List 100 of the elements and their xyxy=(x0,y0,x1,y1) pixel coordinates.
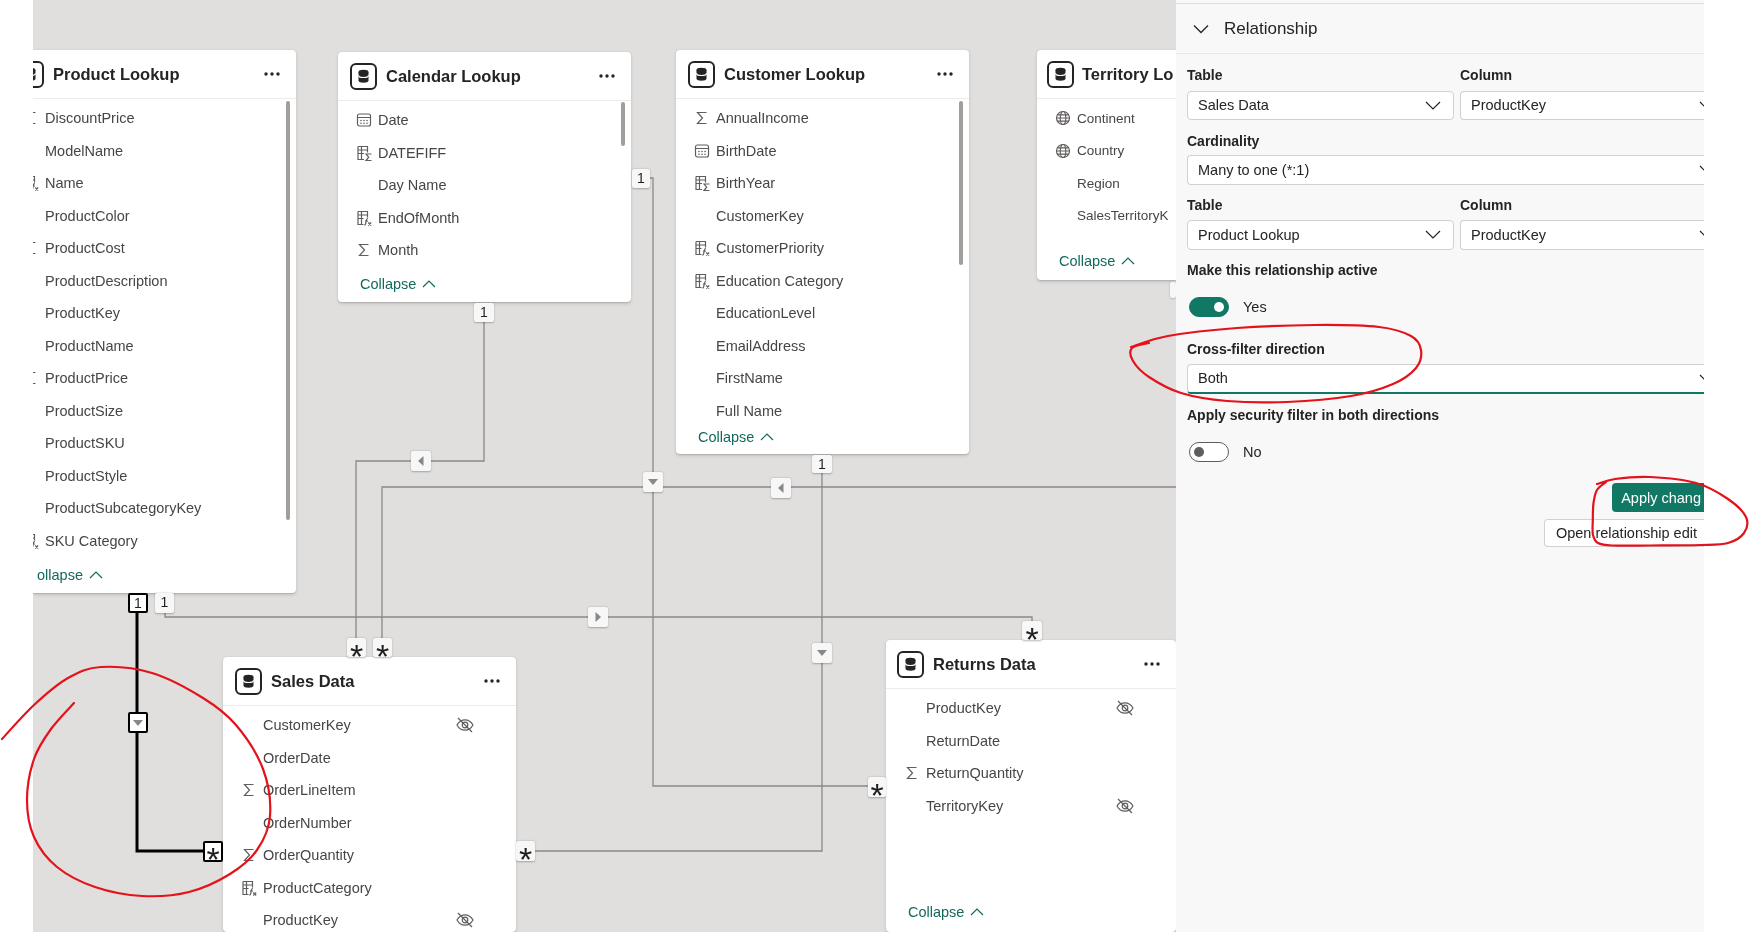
more-icon[interactable] xyxy=(937,72,953,76)
collapse-button[interactable]: Collapse xyxy=(698,419,775,454)
calendar-icon xyxy=(693,141,711,160)
field-name[interactable]: ProductColor xyxy=(45,207,130,224)
field-label: Apply security filter in both directions xyxy=(1187,406,1440,425)
more-icon[interactable] xyxy=(484,679,500,683)
field-label: Column xyxy=(1460,196,1513,215)
table-dropdown[interactable]: Sales Data xyxy=(1187,90,1454,120)
cross-filter-dropdown[interactable]: Both xyxy=(1187,364,1704,394)
field-name[interactable]: ProductStyle xyxy=(45,467,128,484)
panel-title: Relationship xyxy=(1224,18,1318,39)
table-card[interactable]: Returns Data ProductKey ReturnDate ReturnQuantity TerritoryKey Collapse xyxy=(886,640,1176,932)
table-title: Returns Data xyxy=(933,654,1036,674)
toggle-switch[interactable] xyxy=(1189,441,1229,462)
field-name[interactable]: ProductName xyxy=(45,337,134,354)
field-name[interactable]: ReturnQuantity xyxy=(926,765,1024,782)
chevron-up-icon xyxy=(760,432,775,441)
toggle-state-label: No xyxy=(1243,443,1262,460)
triangle-down-icon xyxy=(128,712,148,733)
field-name[interactable]: AnnualIncome xyxy=(716,110,809,127)
field-name[interactable]: ProductCategory xyxy=(263,879,372,896)
more-icon[interactable] xyxy=(264,72,280,76)
collapse-button[interactable]: ollapse xyxy=(37,557,103,592)
collapse-button[interactable]: Collapse xyxy=(908,894,985,930)
collapse-button[interactable]: Collapse xyxy=(1059,243,1136,279)
field-name[interactable]: SKU Category xyxy=(45,532,138,549)
field-name[interactable]: OrderQuantity xyxy=(263,847,355,864)
field-name[interactable]: ProductDescription xyxy=(45,272,168,289)
field-name[interactable]: FirstName xyxy=(716,370,783,387)
toggle-switch[interactable] xyxy=(1189,297,1229,317)
chevron-up-icon xyxy=(422,280,437,288)
field-name[interactable]: Full Name xyxy=(716,402,783,419)
field-name[interactable]: Continent xyxy=(1077,110,1135,126)
chevron-down-icon xyxy=(1425,230,1441,240)
field-label: Table xyxy=(1187,66,1223,85)
database-icon xyxy=(350,62,377,90)
cardinality-marker: 1 xyxy=(474,303,494,322)
triangle-down-icon xyxy=(812,643,832,663)
table-card[interactable]: Territory Lo Continent Country Region SalesTerritoryK Collapse xyxy=(1037,50,1176,280)
field-name[interactable]: Date xyxy=(378,112,409,129)
field-name[interactable]: DATEFIFF xyxy=(378,144,447,161)
field-name[interactable]: Month xyxy=(378,242,419,259)
more-icon[interactable] xyxy=(599,74,615,78)
table-card[interactable] xyxy=(33,50,296,593)
field-name[interactable]: CustomerKey xyxy=(263,717,351,734)
database-icon xyxy=(33,60,44,88)
table-card[interactable]: Customer Lookup AnnualIncome BirthDate BirthYear CustomerKey CustomerPriority Education Category EducationLevel EmailAddress FirstName Full Name Collapse xyxy=(676,50,969,454)
primary-button[interactable]: Apply chang xyxy=(1612,483,1704,512)
field-name[interactable]: ProductKey xyxy=(263,912,338,929)
table-card[interactable]: Calendar Lookup Date DATEFIFF Day Name EndOfMonth Month Collapse xyxy=(338,52,631,302)
table-dropdown[interactable]: Product Lookup xyxy=(1187,220,1454,250)
formula-table-icon xyxy=(33,174,40,193)
field-name[interactable]: CustomerKey xyxy=(716,207,804,224)
collapse-button[interactable]: Collapse xyxy=(360,266,437,302)
cardinality-marker: * xyxy=(203,841,223,862)
table-title: Product Lookup xyxy=(53,64,180,84)
chevron-up-icon xyxy=(970,908,985,916)
field-name[interactable]: OrderDate xyxy=(263,749,331,766)
triangle-right-icon xyxy=(588,607,608,627)
field-name[interactable]: ProductCost xyxy=(45,240,125,257)
column-dropdown[interactable]: ProductKey xyxy=(1460,220,1704,250)
field-name[interactable]: Day Name xyxy=(378,177,447,194)
field-name[interactable]: ProductSKU xyxy=(45,435,125,452)
column-dropdown[interactable]: ProductKey xyxy=(1460,90,1704,120)
field-name[interactable]: EducationLevel xyxy=(716,305,816,322)
cardinality-marker: * xyxy=(1022,621,1042,640)
field-name[interactable]: DiscountPrice xyxy=(45,110,135,127)
field-name[interactable]: ProductKey xyxy=(45,305,120,322)
field-name[interactable]: CustomerPriority xyxy=(716,240,824,257)
cardinality-marker: * xyxy=(373,638,392,657)
cardinality-dropdown[interactable]: Many to one (*:1) xyxy=(1187,155,1704,185)
field-name[interactable]: ProductSize xyxy=(45,402,124,419)
secondary-button[interactable]: Open relationship edit xyxy=(1543,519,1704,547)
field-name[interactable]: ProductPrice xyxy=(45,370,128,387)
relationship-line[interactable] xyxy=(135,611,205,853)
scrollbar-thumb[interactable] xyxy=(959,101,963,265)
scrollbar-thumb[interactable] xyxy=(621,102,625,146)
scrollbar-thumb[interactable] xyxy=(286,101,290,520)
field-name[interactable]: BirthDate xyxy=(716,142,777,159)
field-name[interactable]: ProductSubcategoryKey xyxy=(45,500,202,517)
field-name[interactable]: SalesTerritoryK xyxy=(1077,208,1169,224)
field-label: Cardinality xyxy=(1187,131,1260,151)
field-name[interactable]: ReturnDate xyxy=(926,732,1001,749)
field-name[interactable]: ProductKey xyxy=(926,700,1001,717)
field-name[interactable]: BirthYear xyxy=(716,175,776,192)
field-name[interactable]: Education Category xyxy=(716,272,844,289)
globe-icon xyxy=(1054,109,1072,128)
more-icon[interactable] xyxy=(1144,662,1160,666)
cardinality-marker: 1 xyxy=(155,593,174,613)
field-name[interactable]: Region xyxy=(1077,175,1120,191)
field-name[interactable]: TerritoryKey xyxy=(926,797,1004,814)
cardinality-marker: 1 xyxy=(632,169,650,188)
database-icon xyxy=(897,650,924,678)
field-name[interactable]: EmailAddress xyxy=(716,337,806,354)
field-name[interactable]: ModelName xyxy=(45,142,124,159)
formula-table-icon xyxy=(693,271,711,290)
field-name[interactable]: Name xyxy=(45,175,84,192)
field-name[interactable]: EndOfMonth xyxy=(378,209,460,226)
field-name[interactable]: Country xyxy=(1077,143,1125,159)
cardinality-marker: * xyxy=(516,841,535,861)
